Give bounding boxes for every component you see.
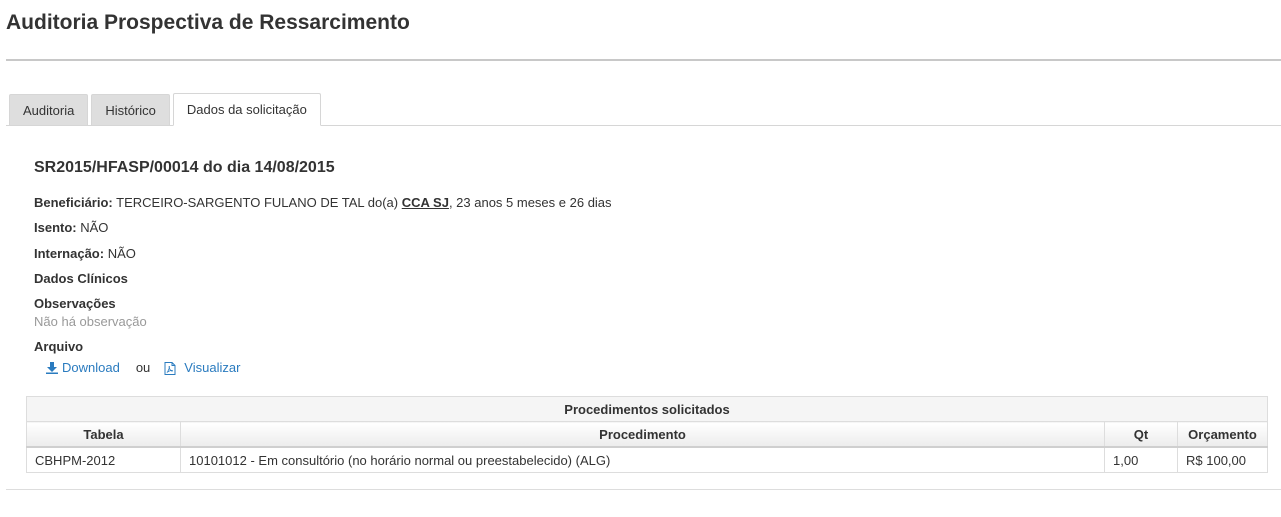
- tab-auditoria[interactable]: Auditoria: [9, 94, 89, 125]
- visualizar-label: Visualizar: [184, 360, 241, 375]
- cell-tabela: CBHPM-2012: [26, 446, 181, 473]
- internacao-label: Internação:: [34, 246, 105, 261]
- procedures-table: Procedimentos solicitados Tabela Procedi…: [26, 396, 1268, 473]
- procedures-caption-row: Procedimentos solicitados: [26, 396, 1268, 422]
- arquivo-field: Arquivo: [34, 339, 83, 355]
- column-header-orcamento: Orçamento: [1177, 421, 1268, 448]
- dados-clinicos-label: Dados Clínicos: [34, 271, 128, 286]
- procedures-header-row: Tabela Procedimento Qt Orçamento: [26, 421, 1268, 448]
- dados-clinicos-field: Dados Clínicos: [34, 271, 128, 287]
- bottom-divider: [6, 489, 1281, 490]
- tab-dados-da-solicitacao[interactable]: Dados da solicitação: [172, 93, 321, 126]
- beneficiario-age: , 23 anos 5 meses e 26 dias: [448, 195, 612, 210]
- isento-value: NÃO: [80, 220, 109, 235]
- beneficiario-org-link[interactable]: CCA SJ: [402, 195, 449, 210]
- observacoes-field: Observações: [34, 296, 116, 312]
- cell-orcamento: R$ 100,00: [1177, 446, 1268, 473]
- table-row: CBHPM-2012 10101012 - Em consultório (no…: [26, 446, 1268, 473]
- observacoes-value: Não há observação: [34, 314, 147, 329]
- cell-procedimento: 10101012 - Em consultório (no horário no…: [180, 446, 1105, 473]
- internacao-value: NÃO: [107, 246, 136, 261]
- pdf-file-icon: [164, 361, 176, 375]
- internacao-field: Internação: NÃO: [34, 246, 136, 262]
- procedures-caption: Procedimentos solicitados: [26, 396, 1268, 422]
- ou-separator: ou: [135, 360, 151, 375]
- page-title: Auditoria Prospectiva de Ressarcimento: [6, 11, 410, 34]
- isento-field: Isento: NÃO: [34, 220, 108, 236]
- arquivo-actions: Download ou Visualizar: [46, 360, 240, 376]
- download-label: Download: [62, 360, 120, 375]
- request-heading: SR2015/HFASP/00014 do dia 14/08/2015: [34, 159, 335, 176]
- column-header-qt: Qt: [1104, 421, 1178, 448]
- observacoes-label: Observações: [34, 296, 116, 311]
- download-icon: [46, 362, 58, 374]
- download-link[interactable]: Download: [46, 360, 120, 376]
- title-divider: [6, 59, 1281, 61]
- arquivo-label: Arquivo: [34, 339, 84, 354]
- beneficiario-field: Beneficiário: TERCEIRO-SARGENTO FULANO D…: [34, 195, 612, 211]
- beneficiario-label: Beneficiário:: [34, 195, 113, 210]
- visualizar-link[interactable]: Visualizar: [164, 360, 240, 376]
- column-header-procedimento: Procedimento: [180, 421, 1105, 448]
- tab-bar: Auditoria Histórico Dados da solicitação: [9, 93, 324, 126]
- beneficiario-value: TERCEIRO-SARGENTO FULANO DE TAL do(a): [116, 195, 399, 210]
- cell-qt: 1,00: [1104, 446, 1178, 473]
- isento-label: Isento:: [34, 220, 77, 235]
- tab-historico[interactable]: Histórico: [91, 94, 170, 125]
- column-header-tabela: Tabela: [26, 421, 181, 448]
